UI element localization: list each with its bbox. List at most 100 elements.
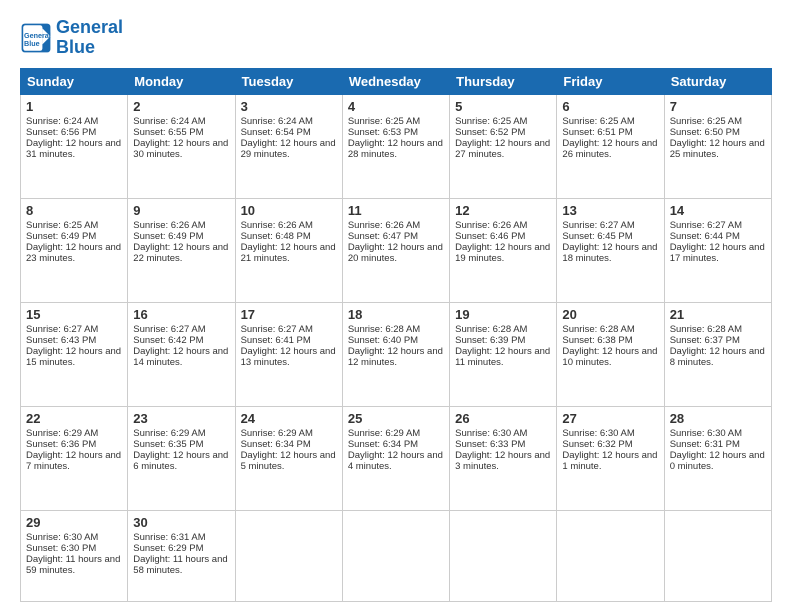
daylight: Daylight: 12 hours and 1 minute. [562, 450, 657, 472]
sunrise: Sunrise: 6:27 AM [241, 324, 313, 335]
calendar-cell: 19Sunrise: 6:28 AMSunset: 6:39 PMDayligh… [450, 302, 557, 406]
sunset: Sunset: 6:54 PM [241, 127, 311, 138]
calendar-cell: 22Sunrise: 6:29 AMSunset: 6:36 PMDayligh… [21, 406, 128, 510]
sunrise: Sunrise: 6:25 AM [670, 116, 742, 127]
weekday-header: Wednesday [342, 68, 449, 94]
sunrise: Sunrise: 6:28 AM [348, 324, 420, 335]
daylight: Daylight: 12 hours and 19 minutes. [455, 242, 550, 264]
day-number: 22 [26, 411, 122, 426]
day-number: 13 [562, 203, 658, 218]
day-number: 10 [241, 203, 337, 218]
day-number: 4 [348, 99, 444, 114]
page: General Blue GeneralBlue SundayMondayTue… [0, 0, 792, 612]
calendar-cell: 1Sunrise: 6:24 AMSunset: 6:56 PMDaylight… [21, 94, 128, 198]
sunrise: Sunrise: 6:30 AM [455, 428, 527, 439]
sunset: Sunset: 6:45 PM [562, 231, 632, 242]
sunset: Sunset: 6:33 PM [455, 439, 525, 450]
calendar-cell [450, 510, 557, 601]
sunset: Sunset: 6:37 PM [670, 335, 740, 346]
day-number: 19 [455, 307, 551, 322]
sunset: Sunset: 6:56 PM [26, 127, 96, 138]
sunrise: Sunrise: 6:26 AM [348, 220, 420, 231]
calendar-cell: 28Sunrise: 6:30 AMSunset: 6:31 PMDayligh… [664, 406, 771, 510]
logo-text: GeneralBlue [56, 18, 123, 58]
day-number: 11 [348, 203, 444, 218]
day-number: 5 [455, 99, 551, 114]
sunset: Sunset: 6:48 PM [241, 231, 311, 242]
calendar-cell: 3 Sunrise: 6:24 AMSunset: 6:54 PMDaylight… [235, 94, 342, 198]
calendar-cell: 4Sunrise: 6:25 AMSunset: 6:53 PMDaylight… [342, 94, 449, 198]
calendar-week-row: 1Sunrise: 6:24 AMSunset: 6:56 PMDaylight… [21, 94, 772, 198]
day-number: 21 [670, 307, 766, 322]
daylight: Daylight: 11 hours and 59 minutes. [26, 554, 120, 576]
daylight: Daylight: 12 hours and 28 minutes. [348, 138, 443, 160]
calendar-cell: 15Sunrise: 6:27 AMSunset: 6:43 PMDayligh… [21, 302, 128, 406]
calendar-cell: 23Sunrise: 6:29 AMSunset: 6:35 PMDayligh… [128, 406, 235, 510]
calendar-cell: 13Sunrise: 6:27 AMSunset: 6:45 PMDayligh… [557, 198, 664, 302]
sunset: Sunset: 6:44 PM [670, 231, 740, 242]
calendar-cell: 30Sunrise: 6:31 AMSunset: 6:29 PMDayligh… [128, 510, 235, 601]
day-number: 24 [241, 411, 337, 426]
sunrise: Sunrise: 6:24 AM [241, 116, 313, 127]
daylight: Daylight: 12 hours and 11 minutes. [455, 346, 550, 368]
sunset: Sunset: 6:47 PM [348, 231, 418, 242]
daylight: Daylight: 12 hours and 20 minutes. [348, 242, 443, 264]
day-number: 27 [562, 411, 658, 426]
day-number: 28 [670, 411, 766, 426]
sunset: Sunset: 6:51 PM [562, 127, 632, 138]
day-number: 3 [241, 99, 337, 114]
sunset: Sunset: 6:55 PM [133, 127, 203, 138]
weekday-header: Monday [128, 68, 235, 94]
calendar-table: SundayMondayTuesdayWednesdayThursdayFrid… [20, 68, 772, 602]
sunset: Sunset: 6:52 PM [455, 127, 525, 138]
daylight: Daylight: 12 hours and 29 minutes. [241, 138, 336, 160]
calendar-cell [235, 510, 342, 601]
sunrise: Sunrise: 6:25 AM [455, 116, 527, 127]
day-number: 17 [241, 307, 337, 322]
calendar-cell: 27Sunrise: 6:30 AMSunset: 6:32 PMDayligh… [557, 406, 664, 510]
calendar-cell: 25Sunrise: 6:29 AMSunset: 6:34 PMDayligh… [342, 406, 449, 510]
sunrise: Sunrise: 6:29 AM [133, 428, 205, 439]
sunrise: Sunrise: 6:24 AM [133, 116, 205, 127]
day-number: 26 [455, 411, 551, 426]
sunrise: Sunrise: 6:28 AM [562, 324, 634, 335]
day-number: 16 [133, 307, 229, 322]
calendar-cell: 24Sunrise: 6:29 AMSunset: 6:34 PMDayligh… [235, 406, 342, 510]
daylight: Daylight: 12 hours and 6 minutes. [133, 450, 228, 472]
day-number: 7 [670, 99, 766, 114]
daylight: Daylight: 12 hours and 17 minutes. [670, 242, 765, 264]
calendar-cell: 7Sunrise: 6:25 AMSunset: 6:50 PMDaylight… [664, 94, 771, 198]
sunset: Sunset: 6:29 PM [133, 543, 203, 554]
sunrise: Sunrise: 6:26 AM [241, 220, 313, 231]
daylight: Daylight: 12 hours and 12 minutes. [348, 346, 443, 368]
sunset: Sunset: 6:50 PM [670, 127, 740, 138]
calendar-cell [342, 510, 449, 601]
sunrise: Sunrise: 6:28 AM [670, 324, 742, 335]
calendar-cell: 2Sunrise: 6:24 AMSunset: 6:55 PMDaylight… [128, 94, 235, 198]
calendar-body: 1Sunrise: 6:24 AMSunset: 6:56 PMDaylight… [21, 94, 772, 601]
sunrise: Sunrise: 6:26 AM [455, 220, 527, 231]
day-number: 30 [133, 515, 229, 530]
calendar-header-row: SundayMondayTuesdayWednesdayThursdayFrid… [21, 68, 772, 94]
daylight: Daylight: 12 hours and 8 minutes. [670, 346, 765, 368]
sunset: Sunset: 6:41 PM [241, 335, 311, 346]
sunrise: Sunrise: 6:24 AM [26, 116, 98, 127]
calendar-cell: 6Sunrise: 6:25 AMSunset: 6:51 PMDaylight… [557, 94, 664, 198]
sunrise: Sunrise: 6:25 AM [26, 220, 98, 231]
sunrise: Sunrise: 6:27 AM [26, 324, 98, 335]
calendar-week-row: 8Sunrise: 6:25 AMSunset: 6:49 PMDaylight… [21, 198, 772, 302]
sunset: Sunset: 6:32 PM [562, 439, 632, 450]
sunrise: Sunrise: 6:27 AM [562, 220, 634, 231]
daylight: Daylight: 12 hours and 10 minutes. [562, 346, 657, 368]
header: General Blue GeneralBlue [20, 18, 772, 58]
daylight: Daylight: 12 hours and 23 minutes. [26, 242, 121, 264]
calendar-cell: 14Sunrise: 6:27 AMSunset: 6:44 PMDayligh… [664, 198, 771, 302]
calendar-cell [557, 510, 664, 601]
calendar-cell: 11 Sunrise: 6:26 AMSunset: 6:47 PMDayligh… [342, 198, 449, 302]
logo-icon: General Blue [20, 22, 52, 54]
calendar-cell: 26Sunrise: 6:30 AMSunset: 6:33 PMDayligh… [450, 406, 557, 510]
calendar-week-row: 22Sunrise: 6:29 AMSunset: 6:36 PMDayligh… [21, 406, 772, 510]
daylight: Daylight: 12 hours and 31 minutes. [26, 138, 121, 160]
weekday-header: Friday [557, 68, 664, 94]
calendar-cell: 29Sunrise: 6:30 AMSunset: 6:30 PMDayligh… [21, 510, 128, 601]
